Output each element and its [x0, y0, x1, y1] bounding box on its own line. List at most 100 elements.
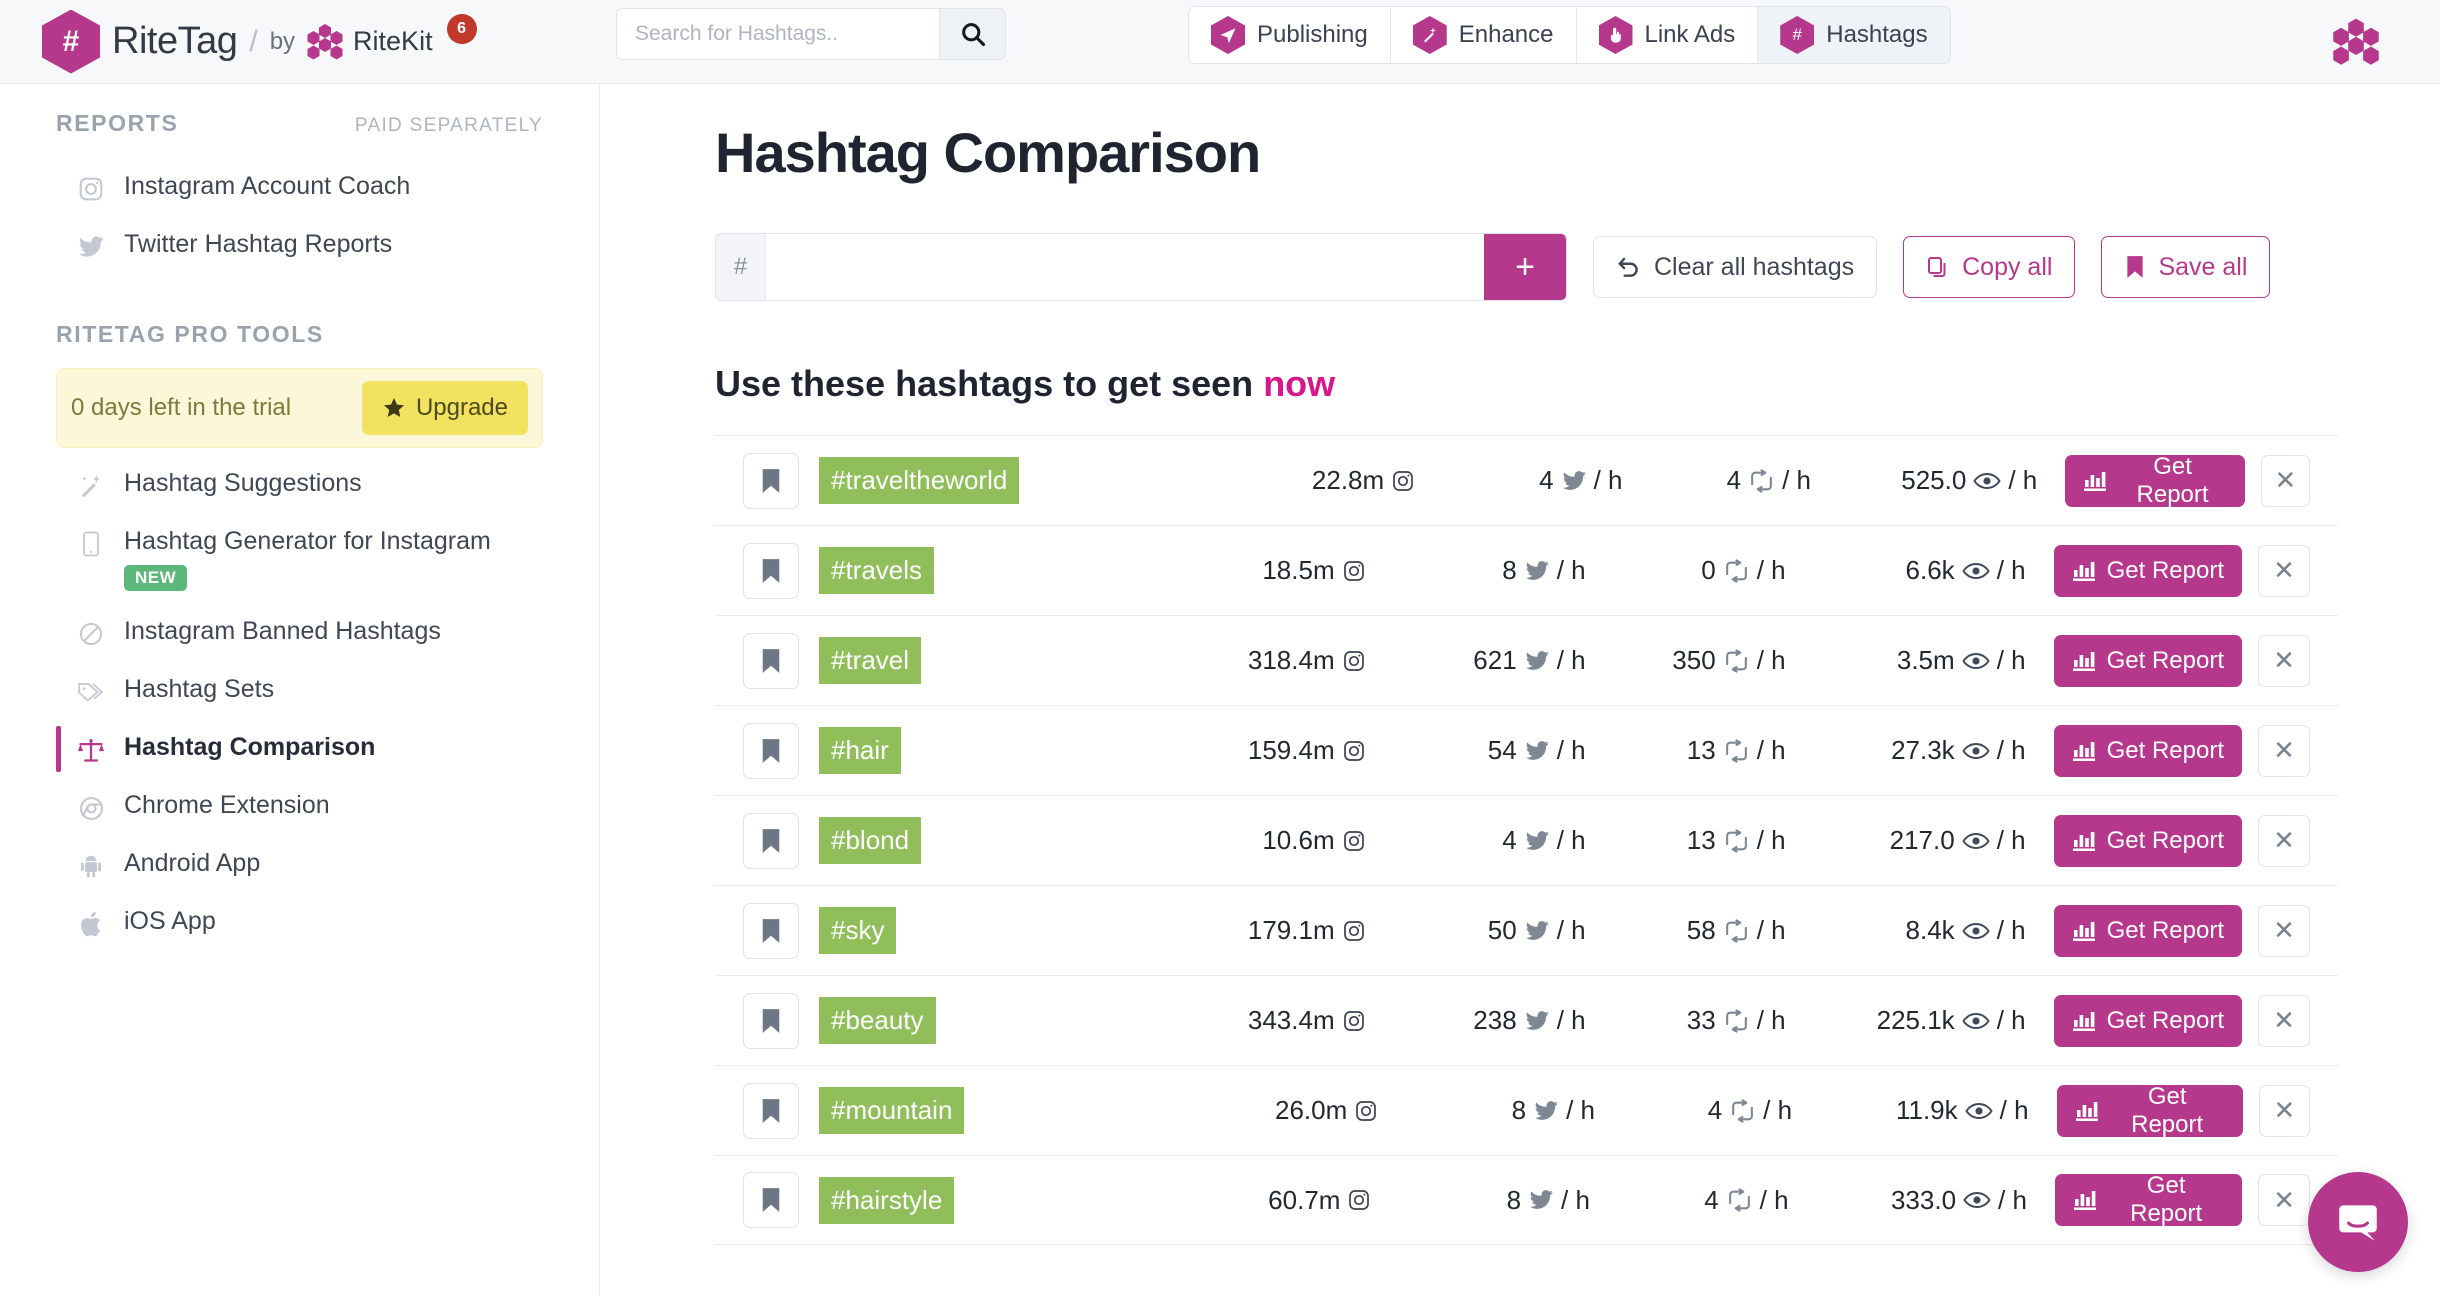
remove-hashtag-button[interactable]: ✕	[2260, 454, 2310, 507]
hashtag-chip[interactable]: #sky	[819, 907, 897, 954]
add-hashtag-input[interactable]	[766, 234, 1484, 300]
remove-hashtag-button[interactable]: ✕	[2258, 1174, 2310, 1226]
save-hashtag-button[interactable]	[743, 632, 799, 689]
retweet-icon	[1723, 648, 1750, 673]
remove-hashtag-button[interactable]: ✕	[2258, 814, 2310, 867]
hashtag-chip[interactable]: #travels	[819, 547, 935, 594]
copy-all-button[interactable]: Copy all	[1903, 236, 2076, 298]
save-hashtag-button[interactable]	[743, 902, 799, 959]
get-report-button[interactable]: Get Report	[2056, 1083, 2243, 1138]
notification-badge[interactable]: 6	[446, 13, 477, 44]
hashtag-chip[interactable]: #blond	[819, 817, 922, 864]
sidebar-item-ios-app[interactable]: iOS App	[0, 894, 599, 952]
instagram-icon	[1347, 1188, 1371, 1212]
get-report-label: Get Report	[2106, 736, 2224, 764]
retweet-icon	[1748, 468, 1775, 493]
tab-publishing[interactable]: Publishing	[1189, 7, 1391, 63]
hash-prefix-icon: #	[716, 234, 766, 300]
get-report-button[interactable]: Get Report	[2053, 724, 2242, 777]
save-hashtag-button[interactable]	[743, 1172, 799, 1228]
upgrade-button[interactable]: Upgrade	[361, 381, 528, 435]
add-hashtag-field[interactable]: # +	[715, 233, 1567, 301]
get-report-label: Get Report	[2106, 826, 2224, 854]
save-all-button[interactable]: Save all	[2101, 236, 2271, 298]
bookmark-icon	[760, 1008, 782, 1034]
save-hashtag-button[interactable]	[743, 542, 799, 599]
save-hashtag-button[interactable]	[743, 452, 799, 509]
save-hashtag-button[interactable]	[743, 722, 799, 779]
per-hour-label: / h	[1998, 1184, 2027, 1215]
account-flower-icon[interactable]	[2330, 18, 2382, 66]
views-per-hour-metric: 225.1k / h	[1786, 1005, 2026, 1036]
remove-hashtag-button[interactable]: ✕	[2258, 994, 2310, 1047]
hashtag-chip[interactable]: #hairstyle	[819, 1176, 955, 1224]
eye-icon	[1962, 650, 1990, 672]
sidebar-item-instagram-banned-hashtags[interactable]: Instagram Banned Hashtags	[0, 604, 599, 662]
tab-link-ads[interactable]: Link Ads	[1577, 7, 1759, 63]
clear-all-hashtags-button[interactable]: Clear all hashtags	[1593, 236, 1878, 298]
sidebar-item-hashtag-suggestions[interactable]: Hashtag Suggestions	[0, 456, 599, 514]
tab-hashtags[interactable]: # Hashtags	[1758, 7, 1950, 63]
save-hashtag-button[interactable]	[743, 992, 799, 1049]
search-input[interactable]	[617, 9, 939, 59]
sidebar-item-android-app[interactable]: Android App	[0, 836, 599, 894]
hashtag-chip[interactable]: #hair	[819, 727, 901, 774]
brand-logo[interactable]: # RiteTag / by RiteKit 6	[42, 0, 477, 84]
add-hashtag-button[interactable]: +	[1484, 234, 1566, 300]
close-icon: ✕	[2273, 1095, 2296, 1125]
instagram-posts-value: 343.4m	[1247, 1005, 1335, 1035]
remove-hashtag-button[interactable]: ✕	[2258, 1084, 2310, 1137]
hashtag-chip[interactable]: #travel	[819, 637, 922, 684]
remove-hashtag-button[interactable]: ✕	[2258, 544, 2310, 597]
close-icon: ✕	[2273, 1184, 2296, 1215]
instagram-posts-value: 22.8m	[1311, 465, 1385, 495]
sidebar-item-label: Hashtag Generator for Instagram	[124, 527, 491, 555]
views-value: 217.0	[1889, 825, 1955, 855]
retweets-per-hour-metric: 0 / h	[1586, 555, 1785, 586]
get-report-button[interactable]: Get Report	[2065, 453, 2245, 508]
retweet-icon	[1723, 558, 1750, 583]
close-icon: ✕	[2273, 645, 2295, 675]
twitter-icon	[1524, 828, 1550, 854]
remove-hashtag-button[interactable]: ✕	[2258, 634, 2310, 687]
sidebar-item-chrome-extension[interactable]: Chrome Extension	[0, 778, 599, 836]
instagram-icon	[1342, 649, 1366, 673]
twitter-icon	[1524, 738, 1550, 764]
sidebar-item-hashtag-comparison[interactable]: Hashtag Comparison	[0, 720, 599, 778]
per-hour-label: / h	[1561, 1184, 1590, 1215]
hashtag-chip[interactable]: #traveltheworld	[819, 457, 1020, 504]
retweets-value: 4	[1707, 1095, 1723, 1125]
sidebar-item-hashtag-generator-for-instagram[interactable]: Hashtag Generator for Instagram NEW	[0, 514, 599, 604]
tweets-value: 238	[1473, 1005, 1517, 1035]
close-icon: ✕	[2273, 915, 2295, 945]
instagram-icon	[76, 174, 106, 204]
get-report-button[interactable]: Get Report	[2053, 904, 2242, 957]
get-report-button[interactable]: Get Report	[2053, 544, 2242, 597]
sidebar-item-instagram-account-coach[interactable]: Instagram Account Coach	[0, 159, 599, 217]
search-button[interactable]	[939, 9, 1005, 59]
table-row: #travels 18.5m 8 / h 0 / h 6.6k / h Get Report ✕	[715, 525, 2338, 615]
sidebar-item-label: Chrome Extension	[124, 791, 330, 819]
sidebar-reports-header: REPORTS PAID SEPARATELY	[0, 110, 599, 137]
tweets-per-hour-metric: 8 / h	[1378, 1095, 1595, 1126]
save-hashtag-button[interactable]	[743, 1082, 799, 1139]
tab-enhance[interactable]: Enhance	[1391, 7, 1577, 63]
remove-hashtag-button[interactable]: ✕	[2258, 724, 2310, 777]
get-report-button[interactable]: Get Report	[2053, 814, 2242, 867]
search-bar[interactable]	[616, 8, 1006, 60]
sidebar-item-hashtag-sets[interactable]: Hashtag Sets	[0, 662, 599, 720]
remove-hashtag-button[interactable]: ✕	[2258, 904, 2310, 957]
retweets-value: 58	[1686, 915, 1716, 945]
hashtag-chip[interactable]: #mountain	[819, 1087, 965, 1134]
get-report-button[interactable]: Get Report	[2054, 1172, 2243, 1227]
bar-chart-icon	[2072, 740, 2096, 762]
sidebar-item-twitter-hashtag-reports[interactable]: Twitter Hashtag Reports	[0, 217, 599, 275]
trial-banner: 0 days left in the trial Upgrade	[56, 368, 543, 448]
get-report-button[interactable]: Get Report	[2053, 634, 2242, 687]
tweets-value: 54	[1487, 735, 1517, 765]
per-hour-label: / h	[1996, 555, 2026, 585]
get-report-button[interactable]: Get Report	[2053, 994, 2242, 1047]
intercom-chat-button[interactable]	[2308, 1172, 2408, 1272]
hashtag-chip[interactable]: #beauty	[819, 997, 936, 1044]
save-hashtag-button[interactable]	[743, 812, 799, 869]
